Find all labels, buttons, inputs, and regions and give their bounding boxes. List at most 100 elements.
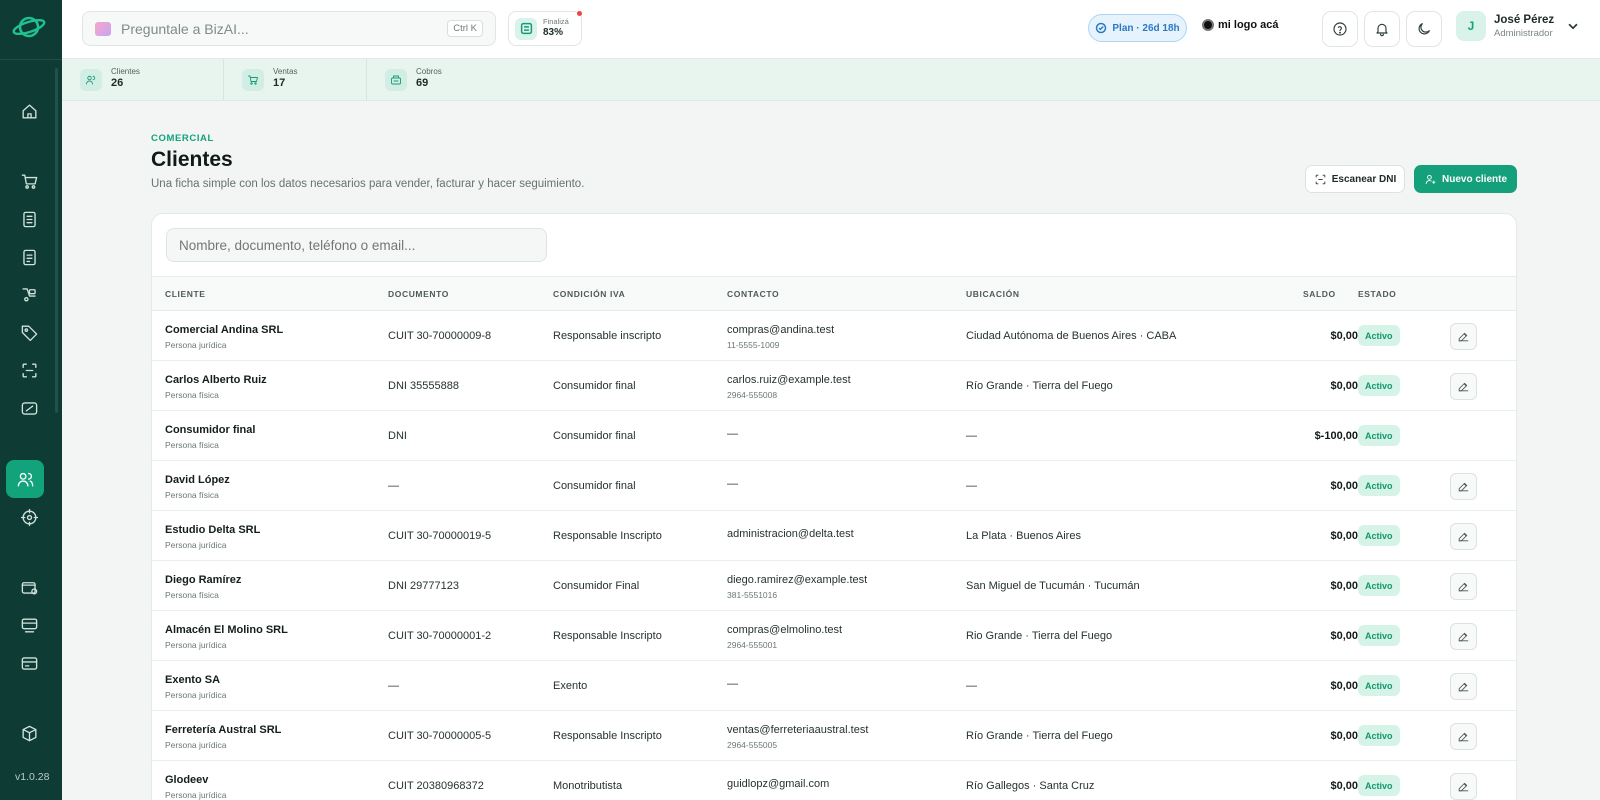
- notifications-button[interactable]: [1364, 11, 1400, 47]
- bell-icon: [1376, 23, 1388, 37]
- col-ubicacion[interactable]: UBICACIÓN: [966, 289, 1020, 299]
- progress-label: Finalizá: [543, 17, 569, 27]
- nav-register-icon[interactable]: [11, 607, 47, 643]
- client-email: compras@andina.test: [727, 324, 835, 336]
- col-estado[interactable]: ESTADO: [1358, 289, 1396, 299]
- stat-label: Ventas: [273, 67, 298, 77]
- help-button[interactable]: [1322, 11, 1358, 47]
- client-name[interactable]: Almacén El Molino SRL: [165, 624, 288, 636]
- client-name[interactable]: Comercial Andina SRL: [165, 324, 283, 336]
- nav-list-icon[interactable]: [11, 201, 47, 237]
- nav-home-icon[interactable]: [11, 93, 47, 129]
- nav-target-icon[interactable]: [11, 499, 47, 535]
- client-location: Río Grande · Tierra del Fuego: [966, 380, 1113, 392]
- client-name[interactable]: Exento SA: [165, 674, 220, 686]
- table-row[interactable]: Diego Ramírez Persona física DNI 29777123 C…: [152, 561, 1516, 611]
- table-row[interactable]: Ferretería Austral SRL Persona jurídica CU…: [152, 711, 1516, 761]
- client-email: carlos.ruiz@example.test: [727, 374, 851, 386]
- table-row[interactable]: David López Persona física — Consumidor fin…: [152, 461, 1516, 511]
- client-name[interactable]: Carlos Alberto Ruiz: [165, 374, 267, 386]
- edit-button[interactable]: [1450, 723, 1477, 750]
- status-badge: Activo: [1358, 375, 1400, 396]
- clients-card: CLIENTE DOCUMENTO CONDICIÓN IVA CONTACTO…: [151, 213, 1517, 800]
- theme-toggle-button[interactable]: [1406, 11, 1442, 47]
- client-location: Río Gallegos · Santa Cruz: [966, 780, 1095, 792]
- client-search-input[interactable]: [166, 228, 547, 262]
- col-documento[interactable]: DOCUMENTO: [388, 289, 449, 299]
- status-badge: Activo: [1358, 675, 1400, 696]
- app-version: v1.0.28: [15, 771, 50, 783]
- nav-clientes-icon[interactable]: [6, 460, 44, 498]
- status-badge: Activo: [1358, 725, 1400, 746]
- client-location: San Miguel de Tucumán · Tucumán: [966, 580, 1140, 592]
- edit-button[interactable]: [1450, 773, 1477, 800]
- col-contacto[interactable]: CONTACTO: [727, 289, 779, 299]
- scan-dni-button[interactable]: Escanear DNI: [1305, 165, 1405, 193]
- client-document: CUIT 30-70000005-5: [388, 730, 492, 742]
- status-badge: Activo: [1358, 625, 1400, 646]
- new-client-button[interactable]: Nuevo cliente: [1414, 165, 1517, 193]
- stat-ventas[interactable]: Ventas 17: [224, 59, 367, 100]
- col-saldo[interactable]: SALDO: [1303, 289, 1336, 299]
- nav-wallet-icon[interactable]: [11, 569, 47, 605]
- user-menu[interactable]: J José Pérez Administrador: [1456, 11, 1580, 41]
- nav-tag-icon[interactable]: [11, 314, 47, 350]
- client-iva: Responsable inscripto: [553, 330, 662, 342]
- table-row[interactable]: Exento SA Persona jurídica — Exento — — $0,00 A…: [152, 661, 1516, 711]
- client-name[interactable]: Diego Ramírez: [165, 574, 241, 586]
- client-document: DNI 35555888: [388, 380, 459, 392]
- stat-cobros[interactable]: Cobros 69: [367, 59, 510, 100]
- sidebar-scrollbar[interactable]: [55, 68, 58, 413]
- edit-button[interactable]: [1450, 323, 1477, 350]
- client-name[interactable]: Estudio Delta SRL: [165, 524, 260, 536]
- client-name[interactable]: Ferretería Austral SRL: [165, 724, 281, 736]
- edit-button[interactable]: [1450, 623, 1477, 650]
- table-row[interactable]: Consumidor final Persona física DNI Consumi…: [152, 411, 1516, 461]
- nav-cart-icon[interactable]: [11, 163, 47, 199]
- nav-document-icon[interactable]: [11, 239, 47, 275]
- onboarding-progress-chip[interactable]: Finalizá 83%: [508, 11, 582, 46]
- table-row[interactable]: Carlos Alberto Ruiz Persona física DNI 355…: [152, 361, 1516, 411]
- nav-card-icon[interactable]: [11, 645, 47, 681]
- client-email: —: [727, 478, 738, 490]
- status-badge: Activo: [1358, 775, 1400, 796]
- planet-logo-icon[interactable]: [11, 12, 47, 42]
- ai-search-box[interactable]: Preguntale a BizAI... Ctrl K: [82, 11, 496, 46]
- client-name[interactable]: David López: [165, 474, 230, 486]
- nav-delivery-icon[interactable]: [11, 276, 47, 312]
- client-iva: Consumidor Final: [553, 580, 640, 592]
- nav-scan-icon[interactable]: [11, 352, 47, 388]
- stat-clientes[interactable]: Clientes 26: [62, 59, 224, 100]
- nav-ticket-icon[interactable]: [11, 390, 47, 426]
- client-balance: $0,00: [1330, 680, 1358, 692]
- sidebar: v1.0.28: [0, 0, 62, 800]
- table-row[interactable]: Almacén El Molino SRL Persona jurídica CUI…: [152, 611, 1516, 661]
- client-name[interactable]: Consumidor final: [165, 424, 255, 436]
- scan-icon: [1315, 174, 1326, 184]
- col-condicion-iva[interactable]: CONDICIÓN IVA: [553, 289, 625, 299]
- client-balance: $0,00: [1330, 780, 1358, 792]
- table-header: CLIENTE DOCUMENTO CONDICIÓN IVA CONTACTO…: [152, 276, 1516, 311]
- client-name[interactable]: Glodeev: [165, 774, 208, 786]
- client-phone: 2964-555008: [727, 390, 778, 400]
- edit-button[interactable]: [1450, 523, 1477, 550]
- plan-label: Plan · 26d 18h: [1112, 22, 1180, 34]
- table-row[interactable]: Estudio Delta SRL Persona jurídica CUIT 30…: [152, 511, 1516, 561]
- client-document: CUIT 30-70000019-5: [388, 530, 492, 542]
- progress-value: 83%: [543, 26, 564, 38]
- col-cliente[interactable]: CLIENTE: [165, 289, 206, 299]
- edit-button[interactable]: [1450, 373, 1477, 400]
- edit-button[interactable]: [1450, 573, 1477, 600]
- stat-value: 26: [111, 77, 124, 90]
- pencil-icon: [1457, 580, 1470, 593]
- table-row[interactable]: Comercial Andina SRL Persona jurídica CUIT…: [152, 311, 1516, 361]
- client-email: guidlopz@gmail.com: [727, 778, 830, 790]
- stat-value: 69: [416, 77, 429, 90]
- nav-box-icon[interactable]: [11, 715, 47, 751]
- edit-button[interactable]: [1450, 673, 1477, 700]
- page-subtitle: Una ficha simple con los datos necesario…: [151, 178, 585, 190]
- edit-button[interactable]: [1450, 473, 1477, 500]
- plan-badge[interactable]: Plan · 26d 18h: [1088, 14, 1187, 42]
- pencil-icon: [1457, 730, 1470, 743]
- table-row[interactable]: Glodeev Persona jurídica CUIT 20380968372 M…: [152, 761, 1516, 800]
